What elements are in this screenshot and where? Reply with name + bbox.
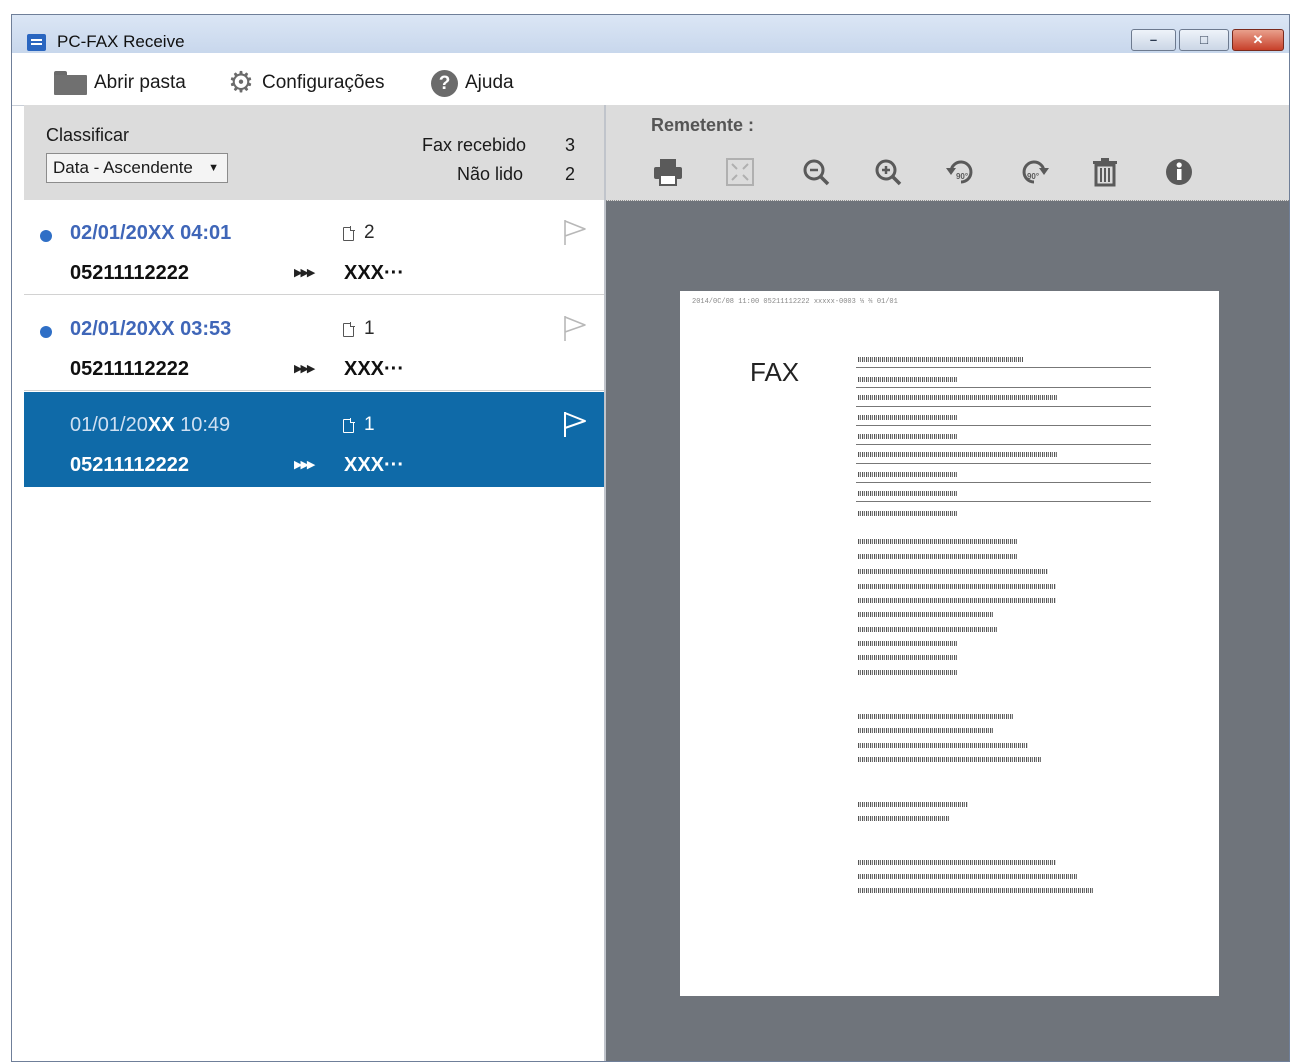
- rotate-right-button[interactable]: 90°: [1017, 155, 1051, 189]
- open-folder-button[interactable]: Abrir pasta: [54, 61, 186, 105]
- fax-sheet-title: FAX: [750, 357, 800, 387]
- info-button[interactable]: [1162, 155, 1196, 189]
- maximize-button[interactable]: □: [1179, 29, 1229, 51]
- print-icon: [654, 159, 682, 186]
- folder-icon: [54, 71, 87, 95]
- info-icon: [1166, 159, 1192, 185]
- zoom-out-button[interactable]: [799, 155, 833, 189]
- help-icon: ?: [431, 69, 458, 97]
- fax-page-preview[interactable]: 2014/0C/08 11:00 05211112222 xxxxx-0003 …: [680, 291, 1219, 996]
- pc-fax-receive-window: PC-FAX Receive – □ ✕ Abrir pasta ⚙ Confi…: [11, 14, 1290, 1062]
- page-icon: [343, 226, 355, 241]
- fax-received-label: Fax recebido: [422, 135, 527, 155]
- fax-list-pane: Classificar Data - Ascendente ▼ Fax rece…: [24, 105, 606, 1061]
- fax-number: 05211112222: [70, 358, 190, 380]
- svg-text:90°: 90°: [956, 172, 968, 181]
- unread-count: 2: [565, 164, 576, 184]
- gear-icon: ⚙: [228, 67, 254, 99]
- zoom-in-icon: [875, 159, 902, 186]
- unread-dot-icon: [40, 230, 52, 242]
- fax-sheet-header: 2014/0C/08 11:00 05211112222 xxxxx-0003 …: [692, 298, 898, 306]
- rotate-left-icon: 90°: [946, 160, 973, 184]
- pc-fax-app-icon: [27, 34, 46, 51]
- delete-button[interactable]: [1088, 155, 1122, 189]
- fax-number: 05211112222: [70, 262, 190, 284]
- fax-sender: XXX···: [344, 262, 404, 284]
- svg-text:90°: 90°: [1027, 172, 1039, 181]
- unread-dot-icon: [40, 326, 52, 338]
- fit-to-window-button[interactable]: [723, 155, 757, 189]
- page-icon: [343, 322, 355, 337]
- zoom-in-button[interactable]: [871, 155, 905, 189]
- fax-date: 02/01/20XX 04:01: [70, 222, 232, 244]
- fax-list-item[interactable]: 02/01/20XX 04:01 2 05211112222 ▶▶▶ XXX··…: [24, 200, 604, 295]
- flag-icon[interactable]: [562, 410, 588, 438]
- zoom-out-icon: [803, 159, 830, 186]
- title-bar: PC-FAX Receive – □ ✕: [12, 15, 1289, 53]
- settings-label: Configurações: [262, 72, 385, 93]
- fax-number: 05211112222: [70, 454, 190, 476]
- close-icon: ✕: [1252, 32, 1264, 47]
- sort-header: Classificar Data - Ascendente ▼ Fax rece…: [24, 105, 604, 200]
- sort-dropdown[interactable]: Data - Ascendente ▼: [46, 153, 228, 183]
- fax-sender: XXX···: [344, 358, 404, 380]
- settings-button[interactable]: ⚙ Configurações: [227, 61, 385, 105]
- fax-page-count: 1: [364, 414, 375, 435]
- rotate-right-icon: 90°: [1022, 160, 1049, 184]
- flag-icon[interactable]: [562, 218, 588, 246]
- fax-date-bold: XX: [147, 414, 175, 436]
- fax-page-count: 1: [364, 318, 375, 339]
- print-button[interactable]: [651, 155, 685, 189]
- help-label: Ajuda: [465, 72, 514, 93]
- open-folder-label: Abrir pasta: [94, 72, 186, 93]
- fax-date-suffix: 10:49: [174, 414, 231, 436]
- fax-list-item-selected[interactable]: 01/01/20XX 10:49 1 05211112222 ▶▶▶ XXX··…: [24, 392, 604, 487]
- fax-date-prefix: 01/01/20: [70, 414, 148, 436]
- fax-page-count: 2: [364, 222, 375, 243]
- main-toolbar: Abrir pasta ⚙ Configurações ? Ajuda: [12, 61, 1289, 106]
- trash-icon: [1093, 158, 1117, 187]
- flag-icon[interactable]: [562, 314, 588, 342]
- minimize-button[interactable]: –: [1131, 29, 1176, 51]
- arrows-icon: ▶▶▶: [294, 267, 315, 279]
- rotate-left-button[interactable]: 90°: [944, 155, 978, 189]
- page-icon: [343, 418, 355, 433]
- minimize-icon: –: [1149, 32, 1158, 47]
- fax-date: 02/01/20XX 03:53: [70, 318, 232, 340]
- fax-received-count: 3: [565, 135, 576, 155]
- fax-date: 01/01/20XX 10:49: [70, 414, 230, 437]
- help-button[interactable]: ? Ajuda: [431, 61, 514, 105]
- unread-label: Não lido: [457, 164, 524, 184]
- preview-header: Remetente : 90° 90°: [606, 105, 1289, 201]
- fax-list-item[interactable]: 02/01/20XX 03:53 1 05211112222 ▶▶▶ XXX··…: [24, 296, 604, 391]
- arrows-icon: ▶▶▶: [294, 363, 315, 375]
- fax-sender: XXX···: [344, 454, 404, 476]
- fit-window-icon: [726, 158, 754, 186]
- chevron-down-icon: ▼: [208, 162, 219, 174]
- sender-label: Remetente :: [651, 115, 755, 135]
- arrows-icon: ▶▶▶: [294, 459, 315, 471]
- maximize-icon: □: [1200, 32, 1208, 47]
- fax-preview-pane: Remetente : 90° 90° 2014/0C/08 11:00 052…: [606, 105, 1289, 1061]
- sort-selected-value: Data - Ascendente: [53, 158, 193, 177]
- window-title: PC-FAX Receive: [57, 32, 185, 51]
- sort-label: Classificar: [46, 125, 130, 145]
- close-button[interactable]: ✕: [1232, 29, 1284, 51]
